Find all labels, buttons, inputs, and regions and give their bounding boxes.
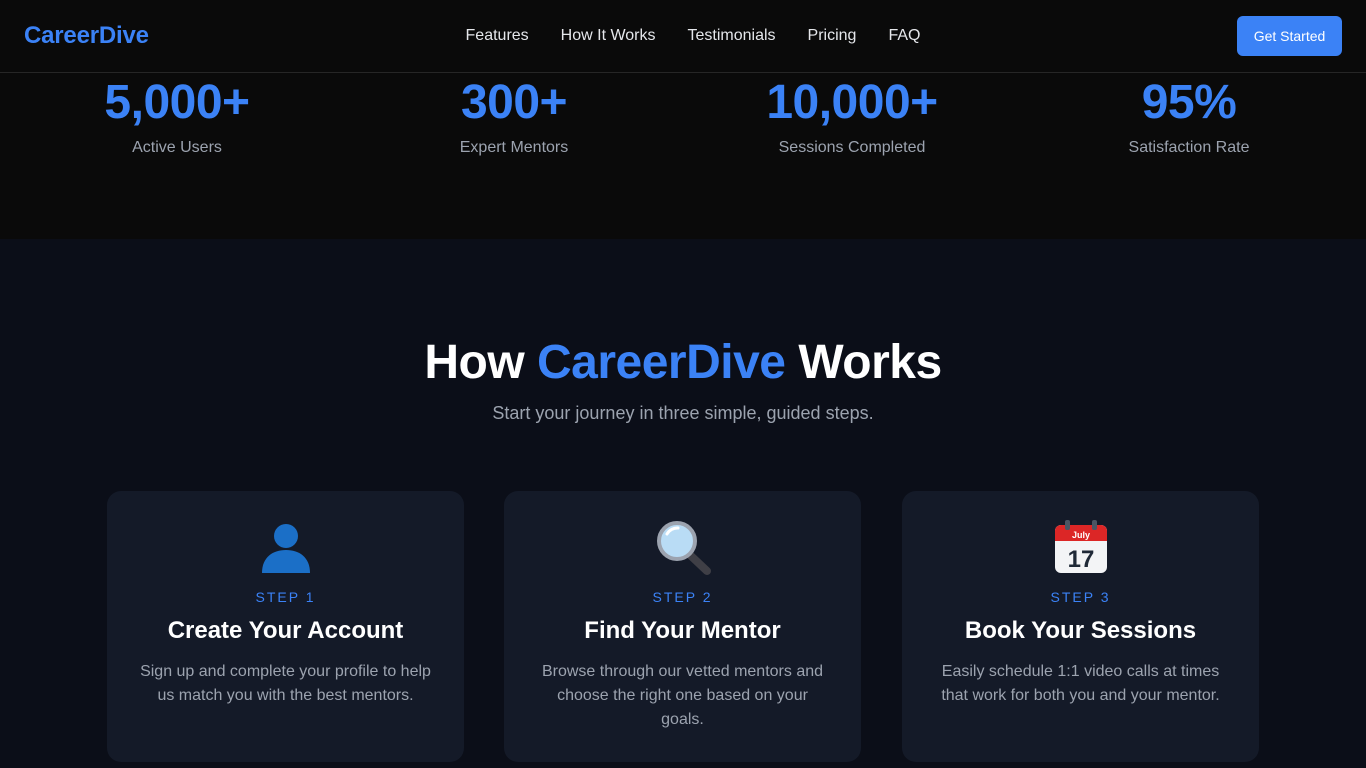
title-accent: CareerDive	[536, 336, 786, 389]
stat-value: 5,000+	[104, 76, 250, 129]
step-card-2: STEP 2 Find Your Mentor Browse through o…	[504, 491, 861, 762]
step-title: Book Your Sessions	[964, 617, 1197, 644]
calendar-icon: July 17	[902, 519, 1259, 575]
step-number: STEP 2	[652, 589, 713, 605]
step-description: Sign up and complete your profile to hel…	[140, 663, 431, 704]
stat-label: Active Users	[132, 139, 222, 156]
get-started-button[interactable]: Get Started	[1237, 16, 1342, 56]
step-title: Find Your Mentor	[584, 617, 781, 644]
nav-link-pricing[interactable]: Pricing	[808, 27, 857, 45]
nav-link-features[interactable]: Features	[466, 27, 529, 45]
nav-link-testimonials[interactable]: Testimonials	[688, 27, 776, 45]
nav-link-faq[interactable]: FAQ	[888, 27, 920, 45]
stat-value: 300+	[460, 76, 568, 129]
stat-value: 10,000+	[766, 76, 938, 129]
stat-label: Expert Mentors	[459, 139, 569, 156]
how-it-works-section: How CareerDive Works Start your journey …	[0, 239, 1366, 768]
stat-label: Satisfaction Rate	[1128, 139, 1250, 156]
stats-section: 5,000+ Active Users 300+ Expert Mentors …	[0, 73, 1366, 239]
stat-active-users: 5,000+ Active Users	[7, 79, 347, 157]
step-description: Easily schedule 1:1 video calls at times…	[941, 663, 1220, 704]
stat-sessions-completed: 10,000+ Sessions Completed	[682, 79, 1022, 157]
stat-satisfaction-rate: 95% Satisfaction Rate	[1019, 79, 1359, 157]
top-navbar: CareerDive Features How It Works Testimo…	[0, 0, 1366, 73]
stat-expert-mentors: 300+ Expert Mentors	[344, 79, 684, 157]
nav-link-how-it-works[interactable]: How It Works	[561, 27, 656, 45]
step-number: STEP 1	[255, 589, 316, 605]
step-number: STEP 3	[1050, 589, 1111, 605]
stat-value: 95%	[1141, 76, 1237, 129]
calendar-month: July	[1071, 530, 1089, 540]
magnifier-icon	[504, 519, 861, 575]
calendar-day: 17	[1067, 546, 1094, 573]
section-subtitle: Start your journey in three simple, guid…	[492, 403, 874, 423]
title-prefix: How	[424, 336, 537, 389]
step-card-3: July 17 STEP 3 Book Your Sessions Easily…	[902, 491, 1259, 762]
step-description: Browse through our vetted mentors and ch…	[541, 663, 824, 728]
user-silhouette-icon	[107, 519, 464, 575]
section-title: How CareerDive Works	[0, 335, 1366, 390]
stat-label: Sessions Completed	[778, 139, 926, 156]
nav-links: Features How It Works Testimonials Prici…	[0, 27, 1366, 45]
title-suffix: Works	[785, 336, 942, 389]
step-title: Create Your Account	[167, 617, 404, 644]
step-card-1: STEP 1 Create Your Account Sign up and c…	[107, 491, 464, 762]
